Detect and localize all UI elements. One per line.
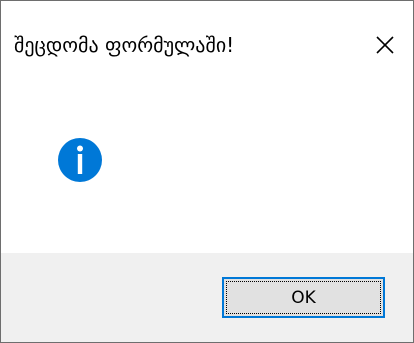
close-button[interactable] (363, 25, 407, 65)
close-icon (376, 36, 394, 54)
dialog-title-bar: შეცდომა ფორმულაში! (1, 1, 413, 85)
ok-button-label: OK (226, 281, 381, 314)
dialog-content (1, 85, 413, 253)
dialog-title: შეცდომა ფორმულაში! (14, 33, 235, 57)
message-dialog: შეცდომა ფორმულაში! OK (0, 0, 414, 343)
info-icon (58, 138, 102, 182)
ok-button[interactable]: OK (222, 277, 385, 318)
dialog-footer: OK (1, 253, 413, 342)
